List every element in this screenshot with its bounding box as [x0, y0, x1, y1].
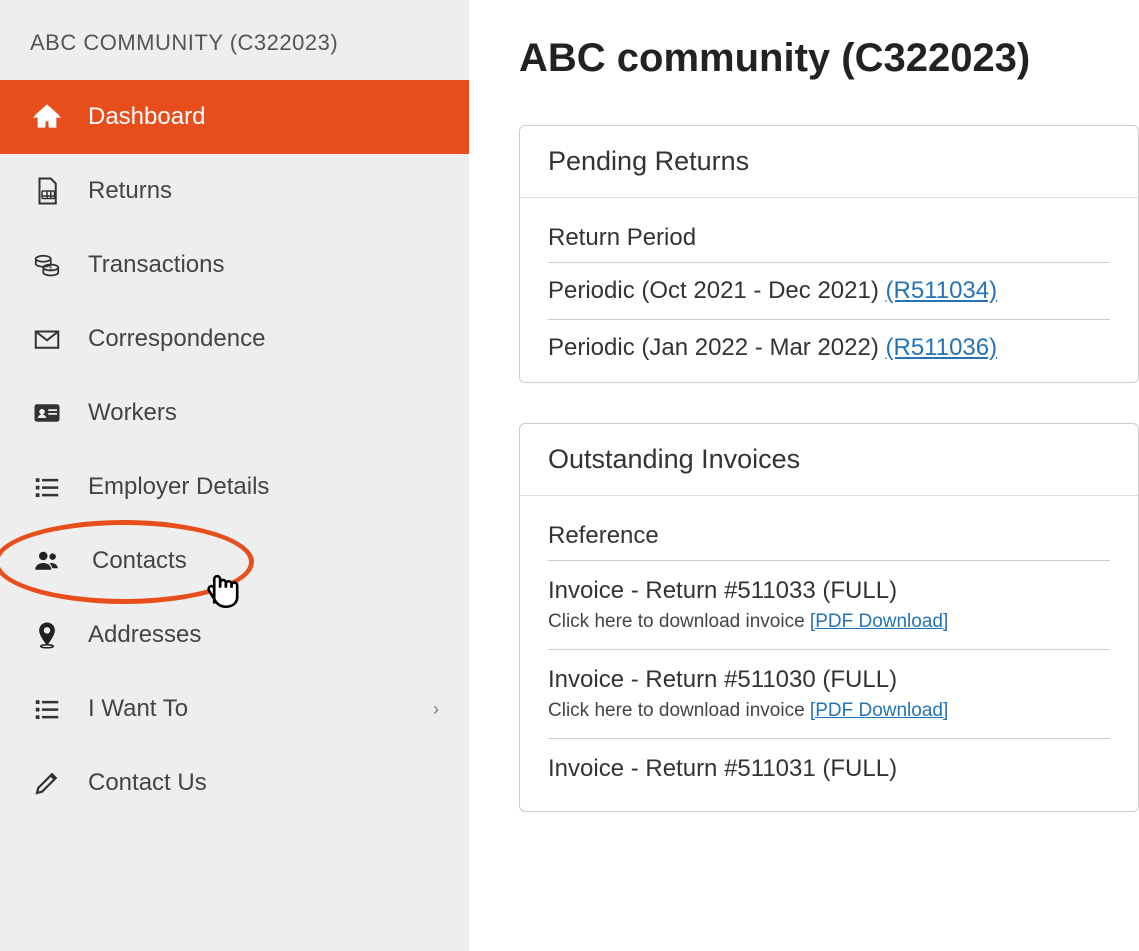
outstanding-invoices-panel: Outstanding Invoices Reference Invoice -…	[519, 423, 1139, 812]
column-header: Reference	[548, 506, 1110, 561]
download-prefix: Click here to download invoice	[548, 700, 810, 721]
invoice-title: Invoice - Return #511030 (FULL)	[548, 666, 1110, 694]
sidebar-item-workers[interactable]: Workers	[0, 376, 469, 450]
sidebar-item-label: Contact Us	[88, 769, 207, 797]
sidebar: ABC COMMUNITY (C322023) Dashboard Return…	[0, 0, 469, 951]
panel-header: Pending Returns	[520, 126, 1138, 198]
return-link[interactable]: (R511034)	[886, 277, 998, 304]
sidebar-item-returns[interactable]: Returns	[0, 154, 469, 228]
sidebar-item-i-want-to[interactable]: I Want To ›	[0, 672, 469, 746]
return-row: Periodic (Oct 2021 - Dec 2021) (R511034)	[548, 263, 1110, 320]
sidebar-item-correspondence[interactable]: Correspondence	[0, 302, 469, 376]
download-prefix: Click here to download invoice	[548, 611, 810, 632]
sidebar-item-label: Dashboard	[88, 103, 205, 131]
svg-text:$: $	[49, 265, 53, 272]
pdf-download-link[interactable]: [PDF Download]	[810, 700, 948, 721]
sidebar-item-contacts[interactable]: Contacts	[0, 524, 469, 598]
chevron-right-icon: ›	[433, 699, 439, 720]
column-header: Return Period	[548, 208, 1110, 263]
sidebar-item-label: Correspondence	[88, 325, 265, 353]
sidebar-item-label: Transactions	[88, 251, 225, 279]
list-icon	[30, 694, 64, 724]
sidebar-item-label: Returns	[88, 177, 172, 205]
sidebar-item-addresses[interactable]: Addresses	[0, 598, 469, 672]
map-pin-icon	[30, 620, 64, 650]
return-link[interactable]: (R511036)	[886, 334, 998, 361]
id-card-icon	[30, 398, 64, 428]
return-row: Periodic (Jan 2022 - Mar 2022) (R511036)	[548, 320, 1110, 376]
sidebar-item-contact-us[interactable]: Contact Us	[0, 746, 469, 820]
sidebar-item-label: I Want To	[88, 695, 188, 723]
home-icon	[30, 102, 64, 132]
main-content: ABC community (C322023) Pending Returns …	[469, 0, 1139, 951]
envelope-icon	[30, 324, 64, 354]
sidebar-item-label: Workers	[88, 399, 177, 427]
pending-returns-panel: Pending Returns Return Period Periodic (…	[519, 125, 1139, 383]
invoice-row: Invoice - Return #511031 (FULL)	[548, 739, 1110, 805]
invoice-row: Invoice - Return #511033 (FULL) Click he…	[548, 561, 1110, 650]
sidebar-header: ABC COMMUNITY (C322023)	[0, 20, 469, 80]
invoice-title: Invoice - Return #511031 (FULL)	[548, 755, 1110, 783]
panel-header: Outstanding Invoices	[520, 424, 1138, 496]
sidebar-item-label: Contacts	[92, 547, 187, 575]
sidebar-item-label: Employer Details	[88, 473, 269, 501]
coins-icon: $	[30, 250, 64, 280]
sidebar-item-employer-details[interactable]: Employer Details	[0, 450, 469, 524]
sidebar-item-transactions[interactable]: $ Transactions	[0, 228, 469, 302]
people-icon	[30, 546, 64, 576]
sidebar-item-dashboard[interactable]: Dashboard	[0, 80, 469, 154]
pdf-download-link[interactable]: [PDF Download]	[810, 611, 948, 632]
return-period-text: Periodic (Oct 2021 - Dec 2021)	[548, 277, 886, 304]
pencil-icon	[30, 768, 64, 798]
invoice-title: Invoice - Return #511033 (FULL)	[548, 577, 1110, 605]
sidebar-item-label: Addresses	[88, 621, 201, 649]
invoice-row: Invoice - Return #511030 (FULL) Click he…	[548, 650, 1110, 739]
list-icon	[30, 472, 64, 502]
document-grid-icon	[30, 176, 64, 206]
return-period-text: Periodic (Jan 2022 - Mar 2022)	[548, 334, 886, 361]
page-title: ABC community (C322023)	[519, 36, 1139, 81]
